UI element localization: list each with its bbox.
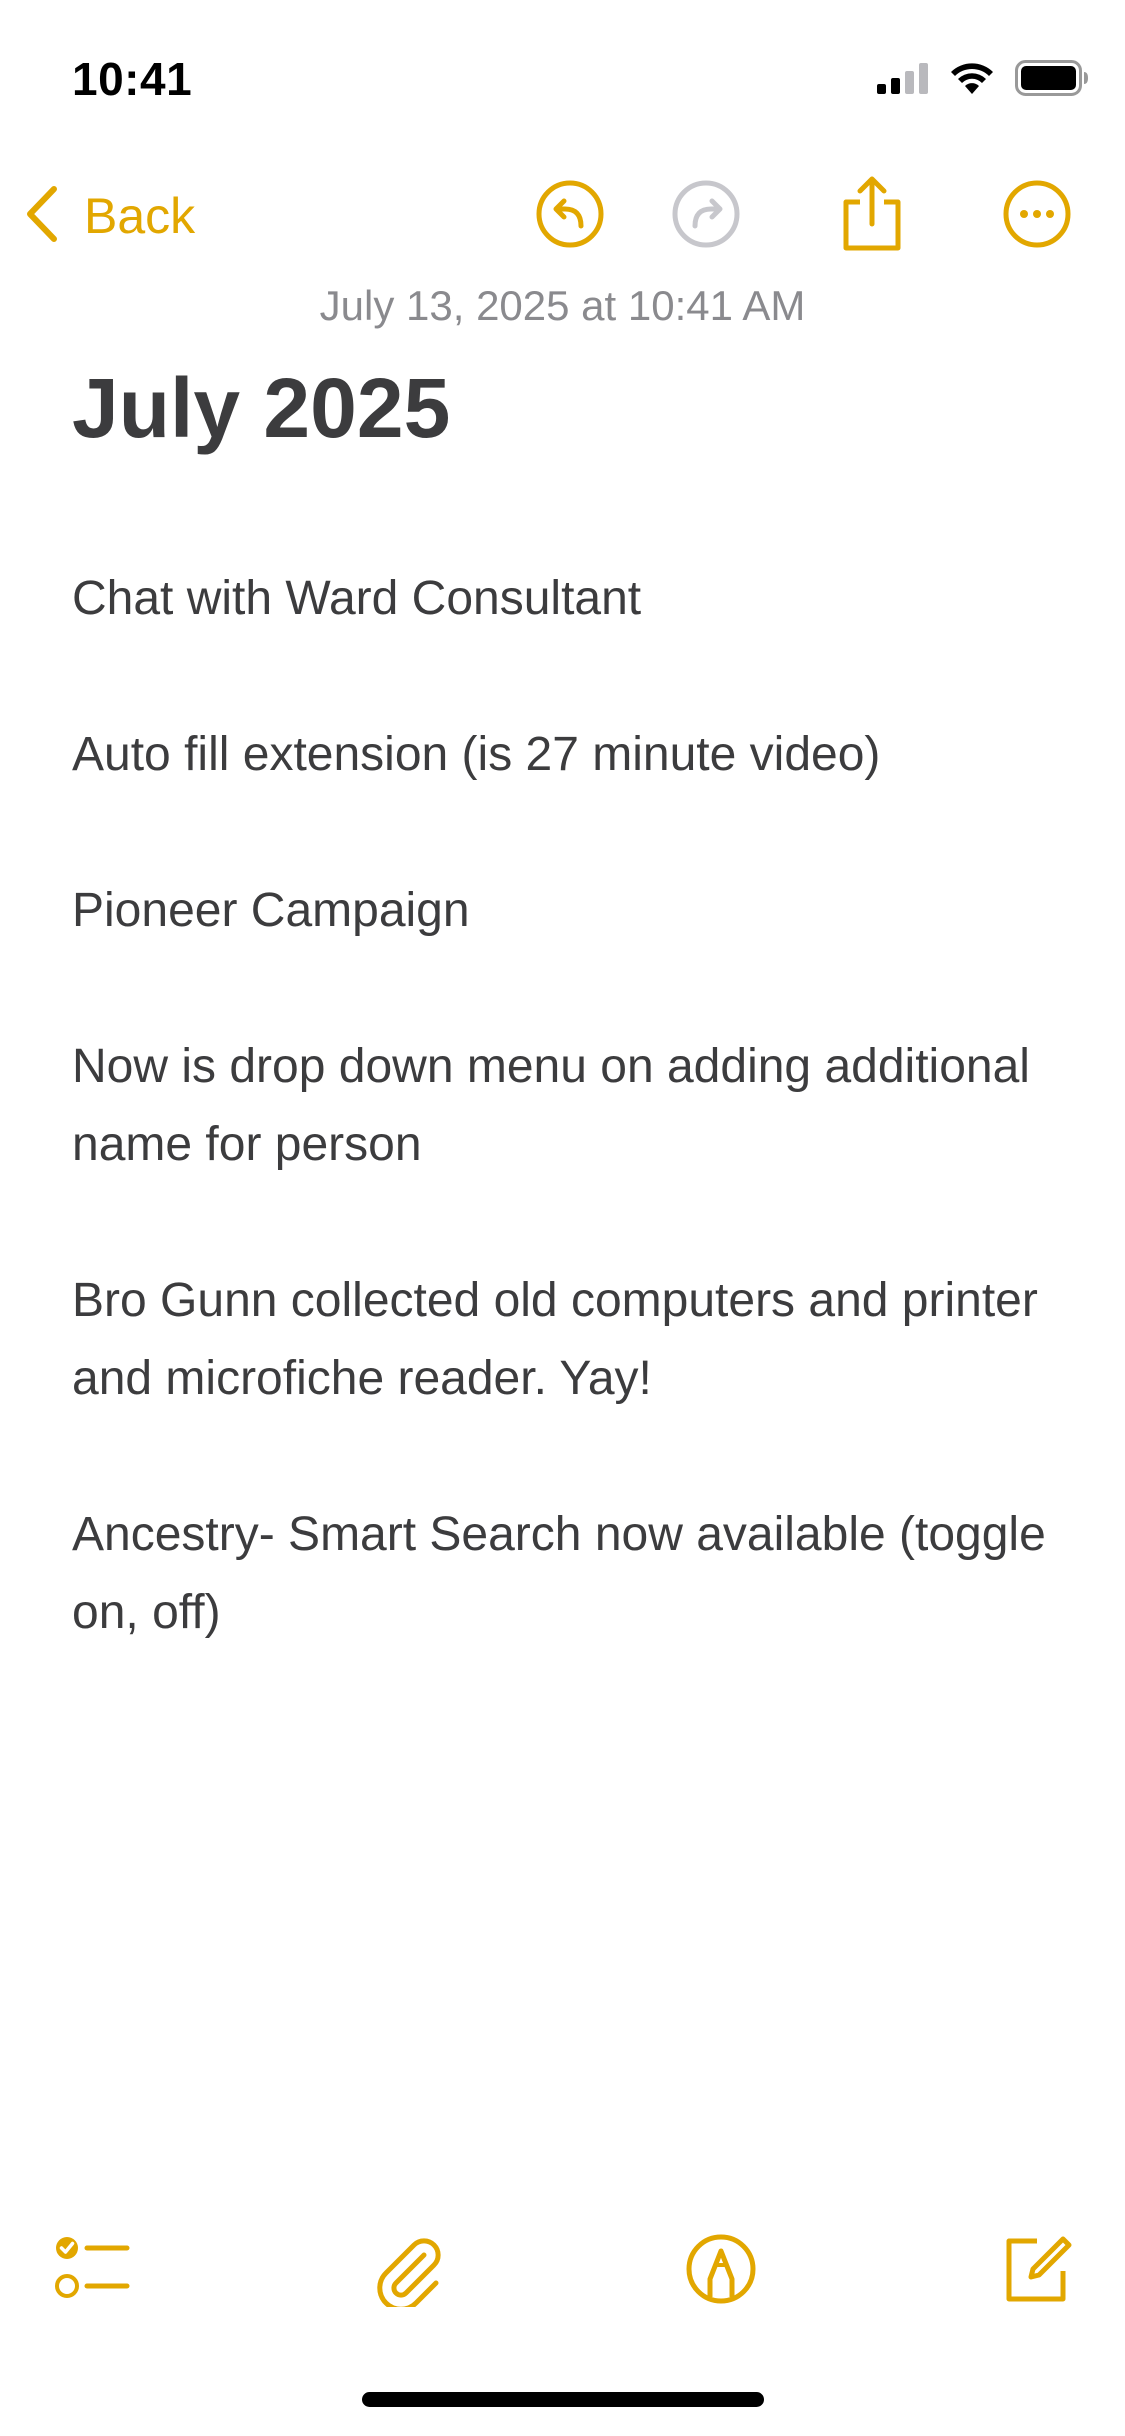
paperclip-icon [374,2231,444,2312]
note-title[interactable]: July 2025 [72,360,450,457]
status-time: 10:41 [72,53,193,105]
note-timestamp: July 13, 2025 at 10:41 AM [319,282,806,329]
attachment-button[interactable] [364,2226,454,2316]
status-icons [877,58,1089,102]
redo-button[interactable] [666,176,746,256]
note-paragraph[interactable]: Ancestry- Smart Search now available (to… [72,1496,1062,1652]
more-button[interactable] [997,176,1077,256]
battery-icon [1015,59,1089,101]
compose-icon [1001,2233,1073,2310]
redo-icon [671,179,741,254]
note-paragraph[interactable]: Chat with Ward Consultant [72,560,1062,638]
note-body[interactable]: Chat with Ward Consultant Auto fill exte… [72,560,1062,1730]
compose-button[interactable] [992,2226,1082,2316]
markup-pen-icon [685,2233,757,2310]
home-indicator[interactable] [362,2392,764,2407]
chevron-left-icon [22,183,62,250]
checklist-icon [55,2234,131,2309]
share-button[interactable] [832,176,912,256]
share-icon [840,176,904,257]
undo-icon [535,179,605,254]
back-label: Back [84,188,196,244]
undo-button[interactable] [530,176,610,256]
more-icon [1002,179,1072,254]
note-paragraph[interactable]: Now is drop down menu on adding addition… [72,1028,1062,1184]
cellular-signal-icon [877,62,929,99]
markup-button[interactable] [676,2226,766,2316]
note-paragraph[interactable]: Pioneer Campaign [72,872,1062,950]
note-paragraph[interactable]: Auto fill extension (is 27 minute video) [72,716,1062,794]
note-paragraph[interactable]: Bro Gunn collected old computers and pri… [72,1262,1062,1418]
wifi-icon [949,61,995,100]
checklist-button[interactable] [48,2226,138,2316]
back-button[interactable]: Back [22,180,195,252]
